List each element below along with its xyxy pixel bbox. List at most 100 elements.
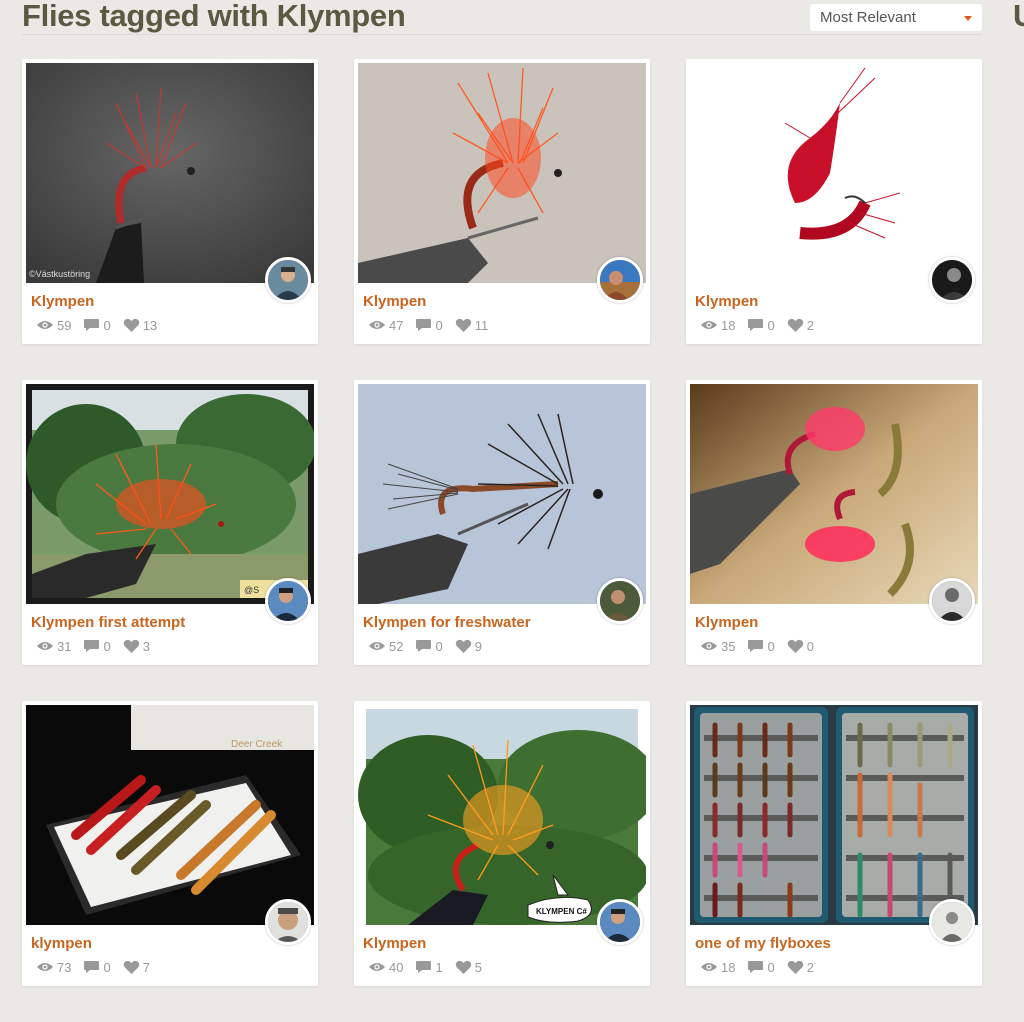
- comment-count: 0: [767, 638, 775, 654]
- view-count: 59: [57, 317, 72, 333]
- fly-photo[interactable]: [358, 384, 646, 604]
- fly-card[interactable]: ©Västkustöring Klympen 59 0 13: [22, 59, 318, 344]
- comment-bubble-icon: [416, 961, 432, 973]
- user-avatar[interactable]: [265, 257, 311, 303]
- eye-icon: [37, 321, 53, 329]
- fly-card[interactable]: Klympen 35 0 0: [686, 380, 982, 665]
- fly-stats: 31 0 3: [36, 638, 162, 654]
- like-count: 9: [474, 638, 482, 654]
- comment-count: 0: [103, 317, 111, 333]
- like-count: 0: [806, 638, 814, 654]
- eye-icon: [369, 963, 385, 971]
- fly-title[interactable]: Klympen first attempt: [31, 614, 185, 631]
- fly-title[interactable]: Klympen: [363, 935, 426, 952]
- fly-photo[interactable]: [358, 63, 646, 283]
- caret-down-icon: [964, 16, 972, 21]
- comment-bubble-icon: [84, 640, 100, 652]
- user-avatar[interactable]: [597, 578, 643, 624]
- view-count: 18: [721, 959, 736, 975]
- header-divider: [22, 34, 982, 35]
- fly-stats: 40 1 5: [368, 959, 494, 975]
- eye-icon: [701, 963, 717, 971]
- fly-card[interactable]: KLYMPEN C# Klympen 40 1 5: [354, 701, 650, 986]
- fly-photo[interactable]: [690, 384, 978, 604]
- photo-watermark: @S: [244, 585, 259, 595]
- comment-count: 0: [435, 638, 443, 654]
- comment-bubble-icon: [416, 640, 432, 652]
- heart-icon: [123, 960, 139, 974]
- view-count: 18: [721, 317, 736, 333]
- user-avatar[interactable]: [929, 257, 975, 303]
- fly-card[interactable]: one of my flyboxes 18 0 2: [686, 701, 982, 986]
- heart-icon: [787, 960, 803, 974]
- eye-icon: [37, 642, 53, 650]
- like-count: 3: [142, 638, 150, 654]
- eye-icon: [701, 321, 717, 329]
- user-avatar[interactable]: [597, 899, 643, 945]
- fly-photo[interactable]: @S: [26, 384, 314, 604]
- eye-icon: [701, 642, 717, 650]
- like-count: 11: [474, 317, 489, 333]
- like-count: 2: [806, 959, 814, 975]
- fly-photo[interactable]: ©Västkustöring: [26, 63, 314, 283]
- fly-photo[interactable]: KLYMPEN C#: [358, 705, 646, 925]
- fly-title[interactable]: Klympen: [695, 614, 758, 631]
- comment-count: 0: [767, 317, 775, 333]
- heart-icon: [787, 318, 803, 332]
- fly-card[interactable]: Klympen 47 0 11: [354, 59, 650, 344]
- comment-bubble-icon: [748, 319, 764, 331]
- fly-stats: 52 0 9: [368, 638, 494, 654]
- fly-card[interactable]: Deer Creek klympen 73 0 7: [22, 701, 318, 986]
- view-count: 35: [721, 638, 736, 654]
- comment-count: 1: [435, 959, 443, 975]
- comment-bubble-icon: [84, 319, 100, 331]
- fly-title[interactable]: one of my flyboxes: [695, 935, 831, 952]
- like-count: 2: [806, 317, 814, 333]
- heart-icon: [455, 960, 471, 974]
- eye-icon: [37, 963, 53, 971]
- comment-count: 0: [767, 959, 775, 975]
- eye-icon: [369, 321, 385, 329]
- fly-photo[interactable]: [690, 63, 978, 283]
- comment-bubble-icon: [84, 961, 100, 973]
- like-count: 7: [142, 959, 150, 975]
- sort-dropdown[interactable]: Most Relevant: [810, 4, 982, 31]
- photo-watermark: KLYMPEN C#: [536, 907, 587, 916]
- user-avatar[interactable]: [265, 578, 311, 624]
- sort-dropdown-value: Most Relevant: [820, 9, 916, 26]
- page-title: Flies tagged with Klympen: [22, 0, 406, 33]
- view-count: 73: [57, 959, 72, 975]
- fly-stats: 18 0 2: [700, 317, 826, 333]
- view-count: 40: [389, 959, 404, 975]
- eye-icon: [369, 642, 385, 650]
- user-avatar[interactable]: [597, 257, 643, 303]
- like-count: 13: [142, 317, 158, 333]
- heart-icon: [455, 639, 471, 653]
- fly-photo[interactable]: [690, 705, 978, 925]
- user-avatar[interactable]: [929, 899, 975, 945]
- fly-title[interactable]: Klympen for freshwater: [363, 614, 531, 631]
- fly-title[interactable]: klympen: [31, 935, 92, 952]
- fly-card[interactable]: Klympen for freshwater 52 0 9: [354, 380, 650, 665]
- comment-bubble-icon: [748, 640, 764, 652]
- photo-watermark: ©Västkustöring: [29, 269, 90, 279]
- photo-watermark: Deer Creek: [231, 739, 283, 750]
- fly-stats: 35 0 0: [700, 638, 826, 654]
- heart-icon: [455, 318, 471, 332]
- comment-count: 0: [103, 959, 111, 975]
- view-count: 47: [389, 317, 404, 333]
- comment-count: 0: [103, 638, 111, 654]
- fly-title[interactable]: Klympen: [31, 293, 94, 310]
- fly-stats: 47 0 11: [368, 317, 500, 333]
- fly-stats: 59 0 13: [36, 317, 169, 333]
- fly-title[interactable]: Klympen: [695, 293, 758, 310]
- view-count: 31: [57, 638, 72, 654]
- fly-photo[interactable]: Deer Creek: [26, 705, 314, 925]
- fly-title[interactable]: Klympen: [363, 293, 426, 310]
- user-avatar[interactable]: [265, 899, 311, 945]
- fly-card[interactable]: @S Klympen first attempt 31 0 3: [22, 380, 318, 665]
- fly-stats: 18 0 2: [700, 959, 826, 975]
- fly-card[interactable]: Klympen 18 0 2: [686, 59, 982, 344]
- user-avatar[interactable]: [929, 578, 975, 624]
- like-count: 5: [474, 959, 482, 975]
